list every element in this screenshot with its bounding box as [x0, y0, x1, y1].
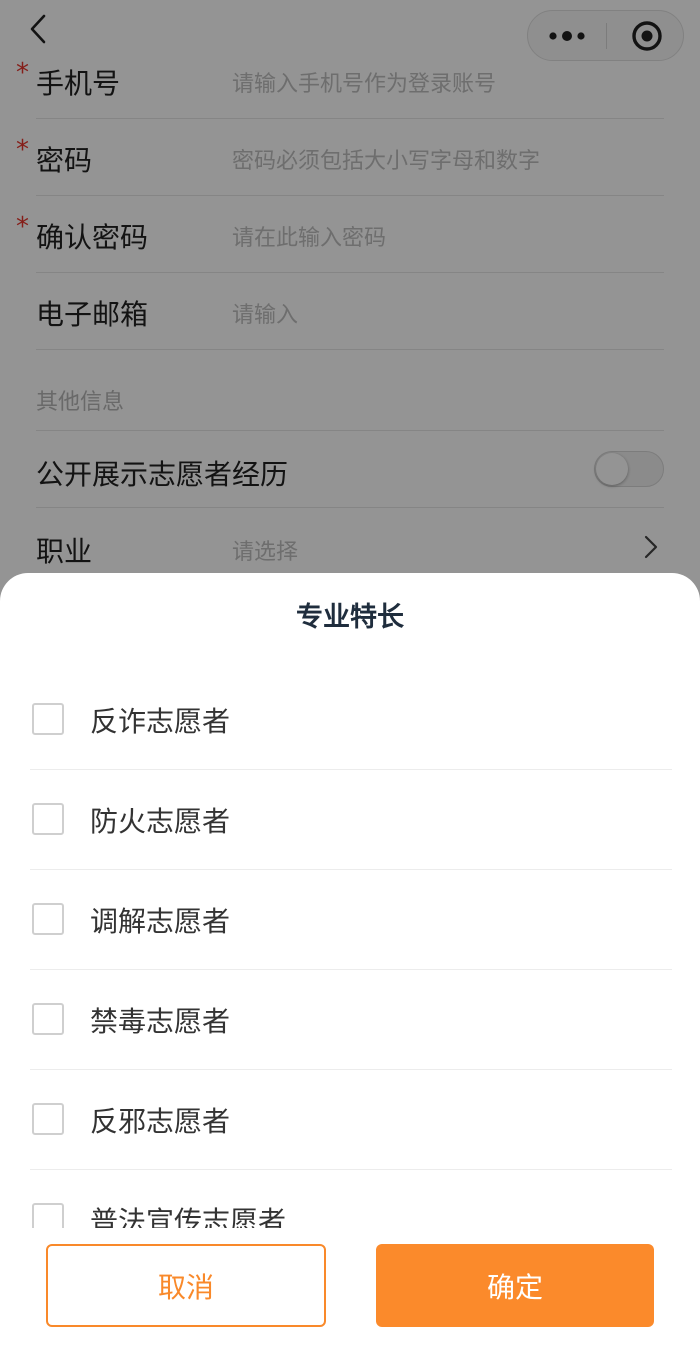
option-label: 防火志愿者 [90, 805, 231, 838]
specialty-sheet: 专业特长 反诈志愿者 防火志愿者 调解志愿者 禁毒志愿者 反邪志愿者 普法宣传志… [0, 573, 700, 1347]
cancel-button[interactable]: 取消 [46, 1244, 326, 1327]
option-label: 普法宣传志愿者 [90, 1205, 287, 1228]
option-item[interactable]: 调解志愿者 [30, 870, 672, 970]
checkbox[interactable] [32, 803, 64, 835]
confirm-button[interactable]: 确定 [376, 1244, 654, 1327]
option-item[interactable]: 防火志愿者 [30, 770, 672, 870]
checkbox[interactable] [32, 703, 64, 735]
option-item[interactable]: 反邪志愿者 [30, 1070, 672, 1170]
option-label: 反邪志愿者 [90, 1105, 231, 1138]
option-item[interactable]: 普法宣传志愿者 [30, 1170, 672, 1228]
checkbox[interactable] [32, 903, 64, 935]
page: * 手机号 请输入手机号作为登录账号 * 密码 密码必须包括大小写字母和数字 *… [0, 0, 700, 1347]
option-item[interactable]: 禁毒志愿者 [30, 970, 672, 1070]
option-label: 禁毒志愿者 [90, 1005, 231, 1038]
checkbox[interactable] [32, 1003, 64, 1035]
checkbox[interactable] [32, 1103, 64, 1135]
sheet-title: 专业特长 [296, 602, 404, 633]
option-label: 反诈志愿者 [90, 705, 231, 738]
checkbox[interactable] [32, 1203, 64, 1228]
specialty-options-list[interactable]: 反诈志愿者 防火志愿者 调解志愿者 禁毒志愿者 反邪志愿者 普法宣传志愿者 [0, 670, 700, 1228]
option-item[interactable]: 反诈志愿者 [30, 670, 672, 770]
option-label: 调解志愿者 [90, 905, 231, 938]
